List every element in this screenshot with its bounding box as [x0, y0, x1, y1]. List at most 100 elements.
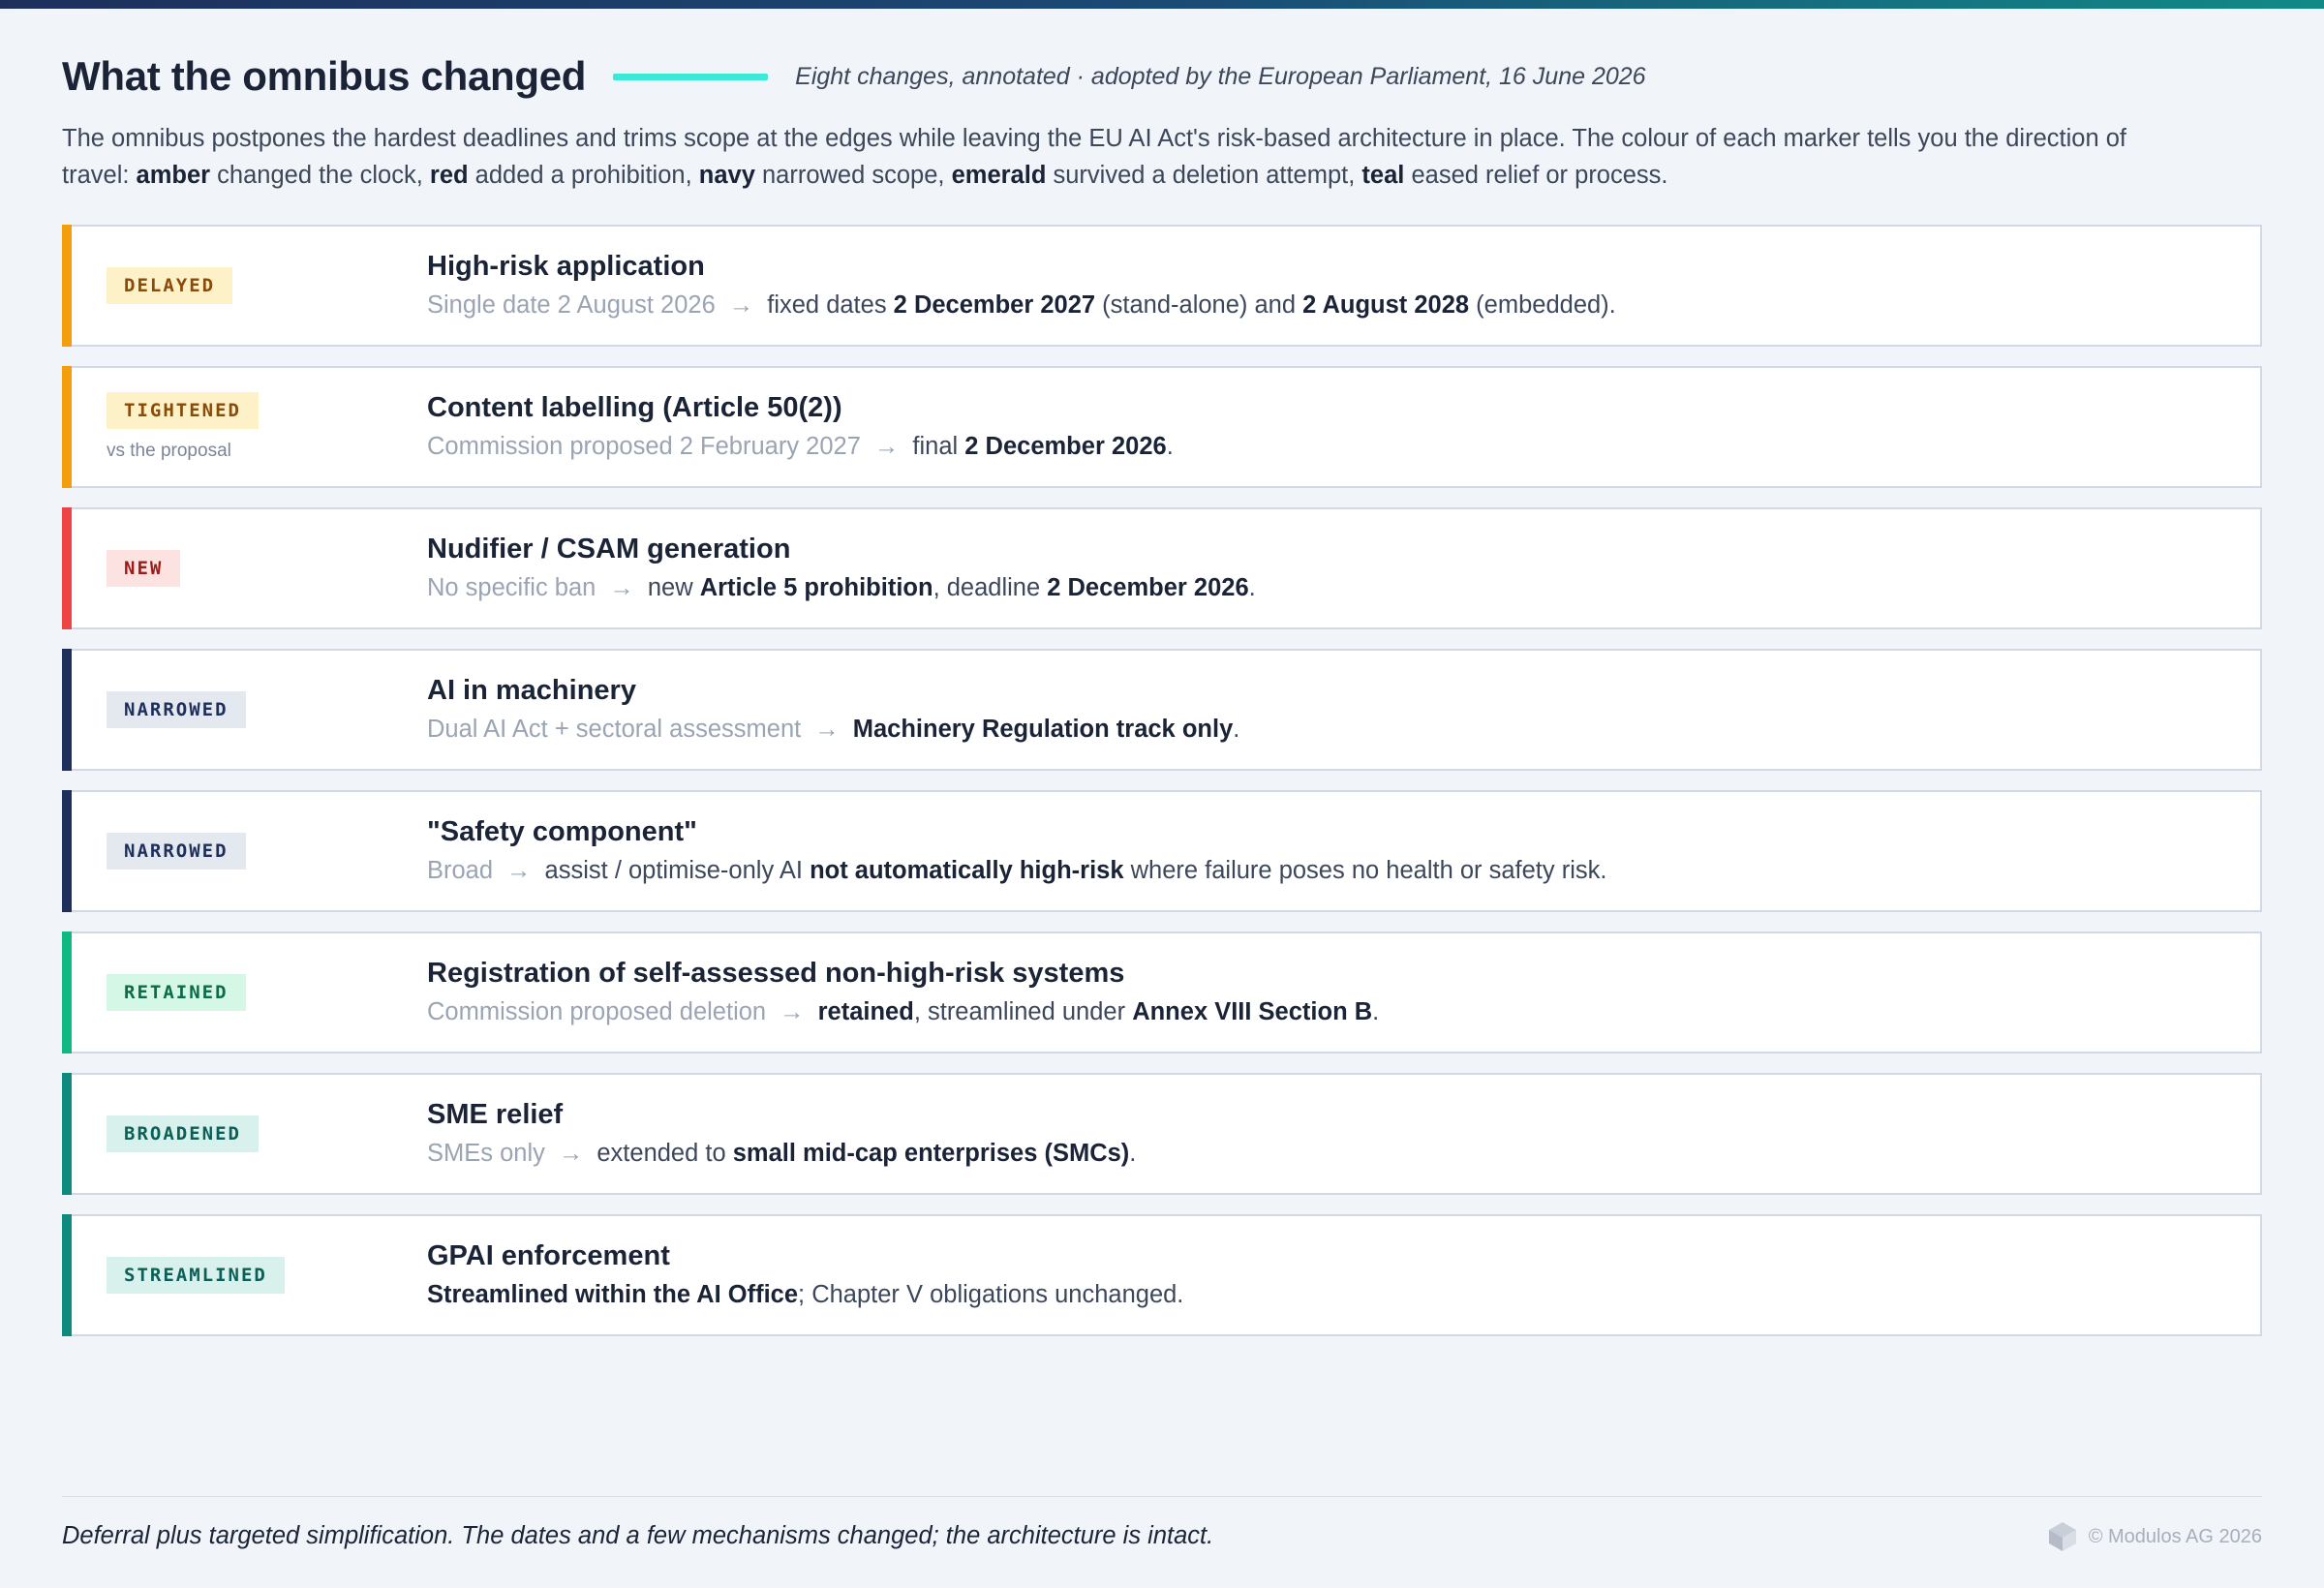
- status-badge: BROADENED: [107, 1115, 259, 1152]
- arrow-right-icon: →: [609, 574, 634, 601]
- page-header: What the omnibus changed Eight changes, …: [62, 50, 2262, 103]
- previous-state: Commission proposed 2 February 2027: [427, 433, 861, 460]
- new-state-text: .: [1233, 716, 1240, 743]
- new-state-emphasis: not automatically high-risk: [810, 857, 1124, 884]
- row-title: SME relief: [427, 1099, 564, 1130]
- legend-meaning: survived a deletion attempt,: [1046, 162, 1362, 189]
- previous-state: Commission proposed deletion: [427, 998, 767, 1025]
- status-badge: RETAINED: [107, 974, 246, 1011]
- new-state-text: .: [1248, 574, 1256, 601]
- new-state-text: assist / optimise-only AI: [544, 857, 810, 884]
- change-row: NEW Nudifier / CSAM generation No specific…: [62, 507, 2262, 629]
- row-title: Content labelling (Article 50(2)): [427, 392, 842, 423]
- row-title: "Safety component": [427, 816, 697, 847]
- new-state-emphasis: 2 December 2027: [893, 291, 1096, 319]
- new-state-text: .: [1372, 998, 1380, 1025]
- change-row: RETAINED Registration of self-assessed no…: [62, 931, 2262, 1054]
- row-description: No specific ban → new Article 5 prohibitio…: [427, 570, 2221, 605]
- legend-meaning: changed the clock,: [210, 162, 430, 189]
- row-description: SMEs only → extended to small mid-cap ente…: [427, 1136, 2221, 1171]
- previous-state: Broad: [427, 857, 494, 884]
- legend-meaning: added a prohibition,: [468, 162, 699, 189]
- change-row: TIGHTENED vs the proposal Content labellin…: [62, 366, 2262, 488]
- new-state-text: final: [912, 433, 965, 460]
- change-row: DELAYED High-risk application Single date …: [62, 225, 2262, 347]
- row-color-marker: [62, 790, 72, 912]
- cube-logo-icon: [2048, 1522, 2076, 1551]
- title-accent-rule: [613, 73, 769, 80]
- new-state-emphasis: Article 5 prohibition: [699, 574, 933, 601]
- intro-paragraph: The omnibus postpones the hardest deadli…: [62, 120, 2192, 194]
- legend-word: navy: [698, 162, 755, 189]
- footer-note: Deferral plus targeted simplification. T…: [62, 1522, 1214, 1549]
- row-tag-column: NEW: [107, 509, 416, 627]
- legend-meaning: eased relief or process.: [1404, 162, 1668, 189]
- row-tag-column: NARROWED: [107, 792, 416, 910]
- row-color-marker: [62, 366, 72, 488]
- arrow-right-icon: →: [558, 1140, 584, 1167]
- row-content: "Safety component" Broad → assist / optimis…: [427, 792, 2221, 910]
- new-state-emphasis: Machinery Regulation track only: [852, 716, 1234, 743]
- row-content: Registration of self-assessed non-high-r…: [427, 933, 2221, 1052]
- previous-state: SMEs only: [427, 1140, 545, 1167]
- row-color-marker: [62, 931, 72, 1054]
- row-description: Single date 2 August 2026 → fixed dates 2 …: [427, 288, 2221, 322]
- status-badge-note: vs the proposal: [107, 441, 231, 461]
- row-description: Dual AI Act + sectoral assessment → Machin…: [427, 712, 2221, 747]
- new-state-text: fixed dates: [767, 291, 894, 319]
- row-content: Nudifier / CSAM generation No specific ba…: [427, 509, 2221, 627]
- footer-divider: [62, 1496, 2262, 1497]
- new-state-text: .: [1129, 1140, 1137, 1167]
- new-state-emphasis: Streamlined within the AI Office: [427, 1281, 799, 1308]
- row-tag-column: DELAYED: [107, 227, 416, 345]
- row-description: Commission proposed deletion → retained, s…: [427, 994, 2221, 1029]
- status-badge: NARROWED: [107, 691, 246, 728]
- new-state-text: (stand-alone) and: [1095, 291, 1303, 319]
- legend-word: red: [429, 162, 469, 189]
- new-state-text: , streamlined under: [913, 998, 1133, 1025]
- new-state-text: .: [1166, 433, 1174, 460]
- row-description: Broad → assist / optimise-only AI not auto…: [427, 853, 2221, 888]
- arrow-right-icon: →: [873, 433, 900, 460]
- row-content: AI in machinery Dual AI Act + sectoral as…: [427, 651, 2221, 769]
- new-state-emphasis: 2 August 2028: [1302, 291, 1470, 319]
- change-row: BROADENED SME relief SMEs only → extended to…: [62, 1073, 2262, 1195]
- previous-state: Dual AI Act + sectoral assessment: [427, 716, 802, 743]
- legend-word: teal: [1361, 162, 1405, 189]
- row-content: High-risk application Single date 2 Augus…: [427, 227, 2221, 345]
- new-state-text: (embedded).: [1469, 291, 1616, 319]
- arrow-right-icon: →: [814, 716, 840, 743]
- row-color-marker: [62, 649, 72, 771]
- legend-word: amber: [136, 162, 211, 189]
- arrow-right-icon: →: [728, 291, 754, 319]
- new-state-text: , deadline: [933, 574, 1048, 601]
- previous-state: Single date 2 August 2026: [427, 291, 716, 319]
- new-state-emphasis: Annex VIII Section B: [1132, 998, 1373, 1025]
- status-badge: NARROWED: [107, 833, 246, 870]
- row-color-marker: [62, 507, 72, 629]
- row-content: Content labelling (Article 50(2)) Commiss…: [427, 368, 2221, 486]
- row-color-marker: [62, 225, 72, 347]
- new-state-emphasis: retained: [817, 998, 914, 1025]
- row-description: Streamlined within the AI Office; Chapte…: [427, 1277, 2221, 1312]
- footer-brand: © Modulos AG 2026: [2046, 1520, 2262, 1553]
- new-state-text: ; Chapter V obligations unchanged.: [798, 1281, 1184, 1308]
- row-title: Nudifier / CSAM generation: [427, 534, 791, 565]
- row-tag-column: RETAINED: [107, 933, 416, 1052]
- status-badge: TIGHTENED: [107, 392, 259, 429]
- top-accent-bar: [0, 0, 2324, 9]
- row-color-marker: [62, 1073, 72, 1195]
- row-color-marker: [62, 1214, 72, 1336]
- new-state-emphasis: 2 December 2026: [1047, 574, 1249, 601]
- row-title: AI in machinery: [427, 675, 636, 706]
- changes-list: DELAYED High-risk application Single date …: [62, 225, 2262, 1356]
- row-content: SME relief SMEs only → extended to small mi…: [427, 1075, 2221, 1193]
- change-row: STREAMLINED GPAI enforcement Streamlined w…: [62, 1214, 2262, 1336]
- status-badge: DELAYED: [107, 267, 233, 304]
- previous-state: No specific ban: [427, 574, 596, 601]
- new-state-text: extended to: [596, 1140, 733, 1167]
- row-tag-column: STREAMLINED: [107, 1216, 416, 1334]
- arrow-right-icon: →: [780, 998, 805, 1025]
- status-badge: STREAMLINED: [107, 1257, 285, 1294]
- change-row: NARROWED AI in machinery Dual AI Act + sec…: [62, 649, 2262, 771]
